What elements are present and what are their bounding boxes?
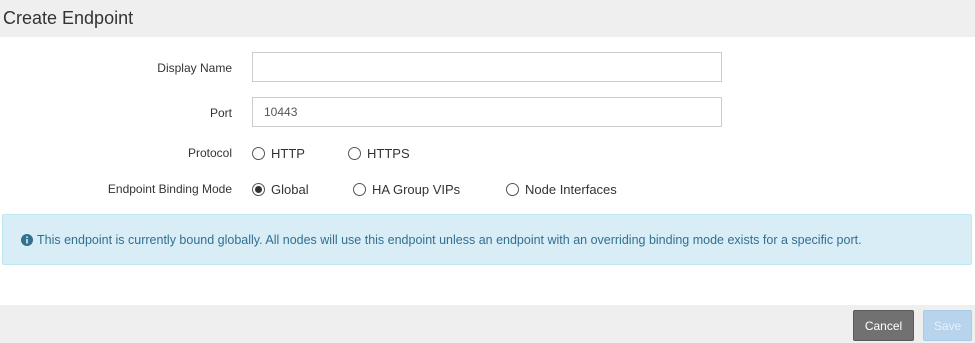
display-name-input[interactable] <box>252 52 722 82</box>
binding-ha-group-option[interactable]: HA Group VIPs <box>353 182 460 197</box>
port-input[interactable] <box>252 97 722 127</box>
protocol-http-label: HTTP <box>271 146 305 161</box>
alert-message: This endpoint is currently bound globall… <box>37 233 862 247</box>
port-label: Port <box>209 106 232 120</box>
radio-unchecked-icon[interactable] <box>506 183 519 196</box>
protocol-http-option[interactable]: HTTP <box>252 146 305 161</box>
display-name-label: Display Name <box>157 61 232 75</box>
save-button[interactable]: Save <box>923 310 972 341</box>
protocol-label: Protocol <box>187 146 232 160</box>
radio-unchecked-icon[interactable] <box>252 147 265 160</box>
radio-checked-icon[interactable] <box>252 183 265 196</box>
binding-node-interfaces-label: Node Interfaces <box>525 182 617 197</box>
radio-unchecked-icon[interactable] <box>348 147 361 160</box>
binding-global-label: Global <box>271 182 309 197</box>
binding-ha-group-label: HA Group VIPs <box>372 182 461 197</box>
binding-global-option[interactable]: Global <box>252 182 309 197</box>
page-title: Create Endpoint <box>3 8 134 28</box>
protocol-https-option[interactable]: HTTPS <box>348 146 410 161</box>
binding-node-interfaces-option[interactable]: Node Interfaces <box>506 182 617 197</box>
footer-bar: Cancel Save <box>0 305 975 343</box>
info-alert: This endpoint is currently bound globall… <box>2 214 972 265</box>
cancel-button[interactable]: Cancel <box>853 310 914 341</box>
radio-unchecked-icon[interactable] <box>353 183 366 196</box>
info-circle-icon <box>21 234 33 246</box>
page-header: Create Endpoint <box>0 0 975 37</box>
binding-mode-label: Endpoint Binding Mode <box>107 182 232 196</box>
protocol-https-label: HTTPS <box>367 146 410 161</box>
